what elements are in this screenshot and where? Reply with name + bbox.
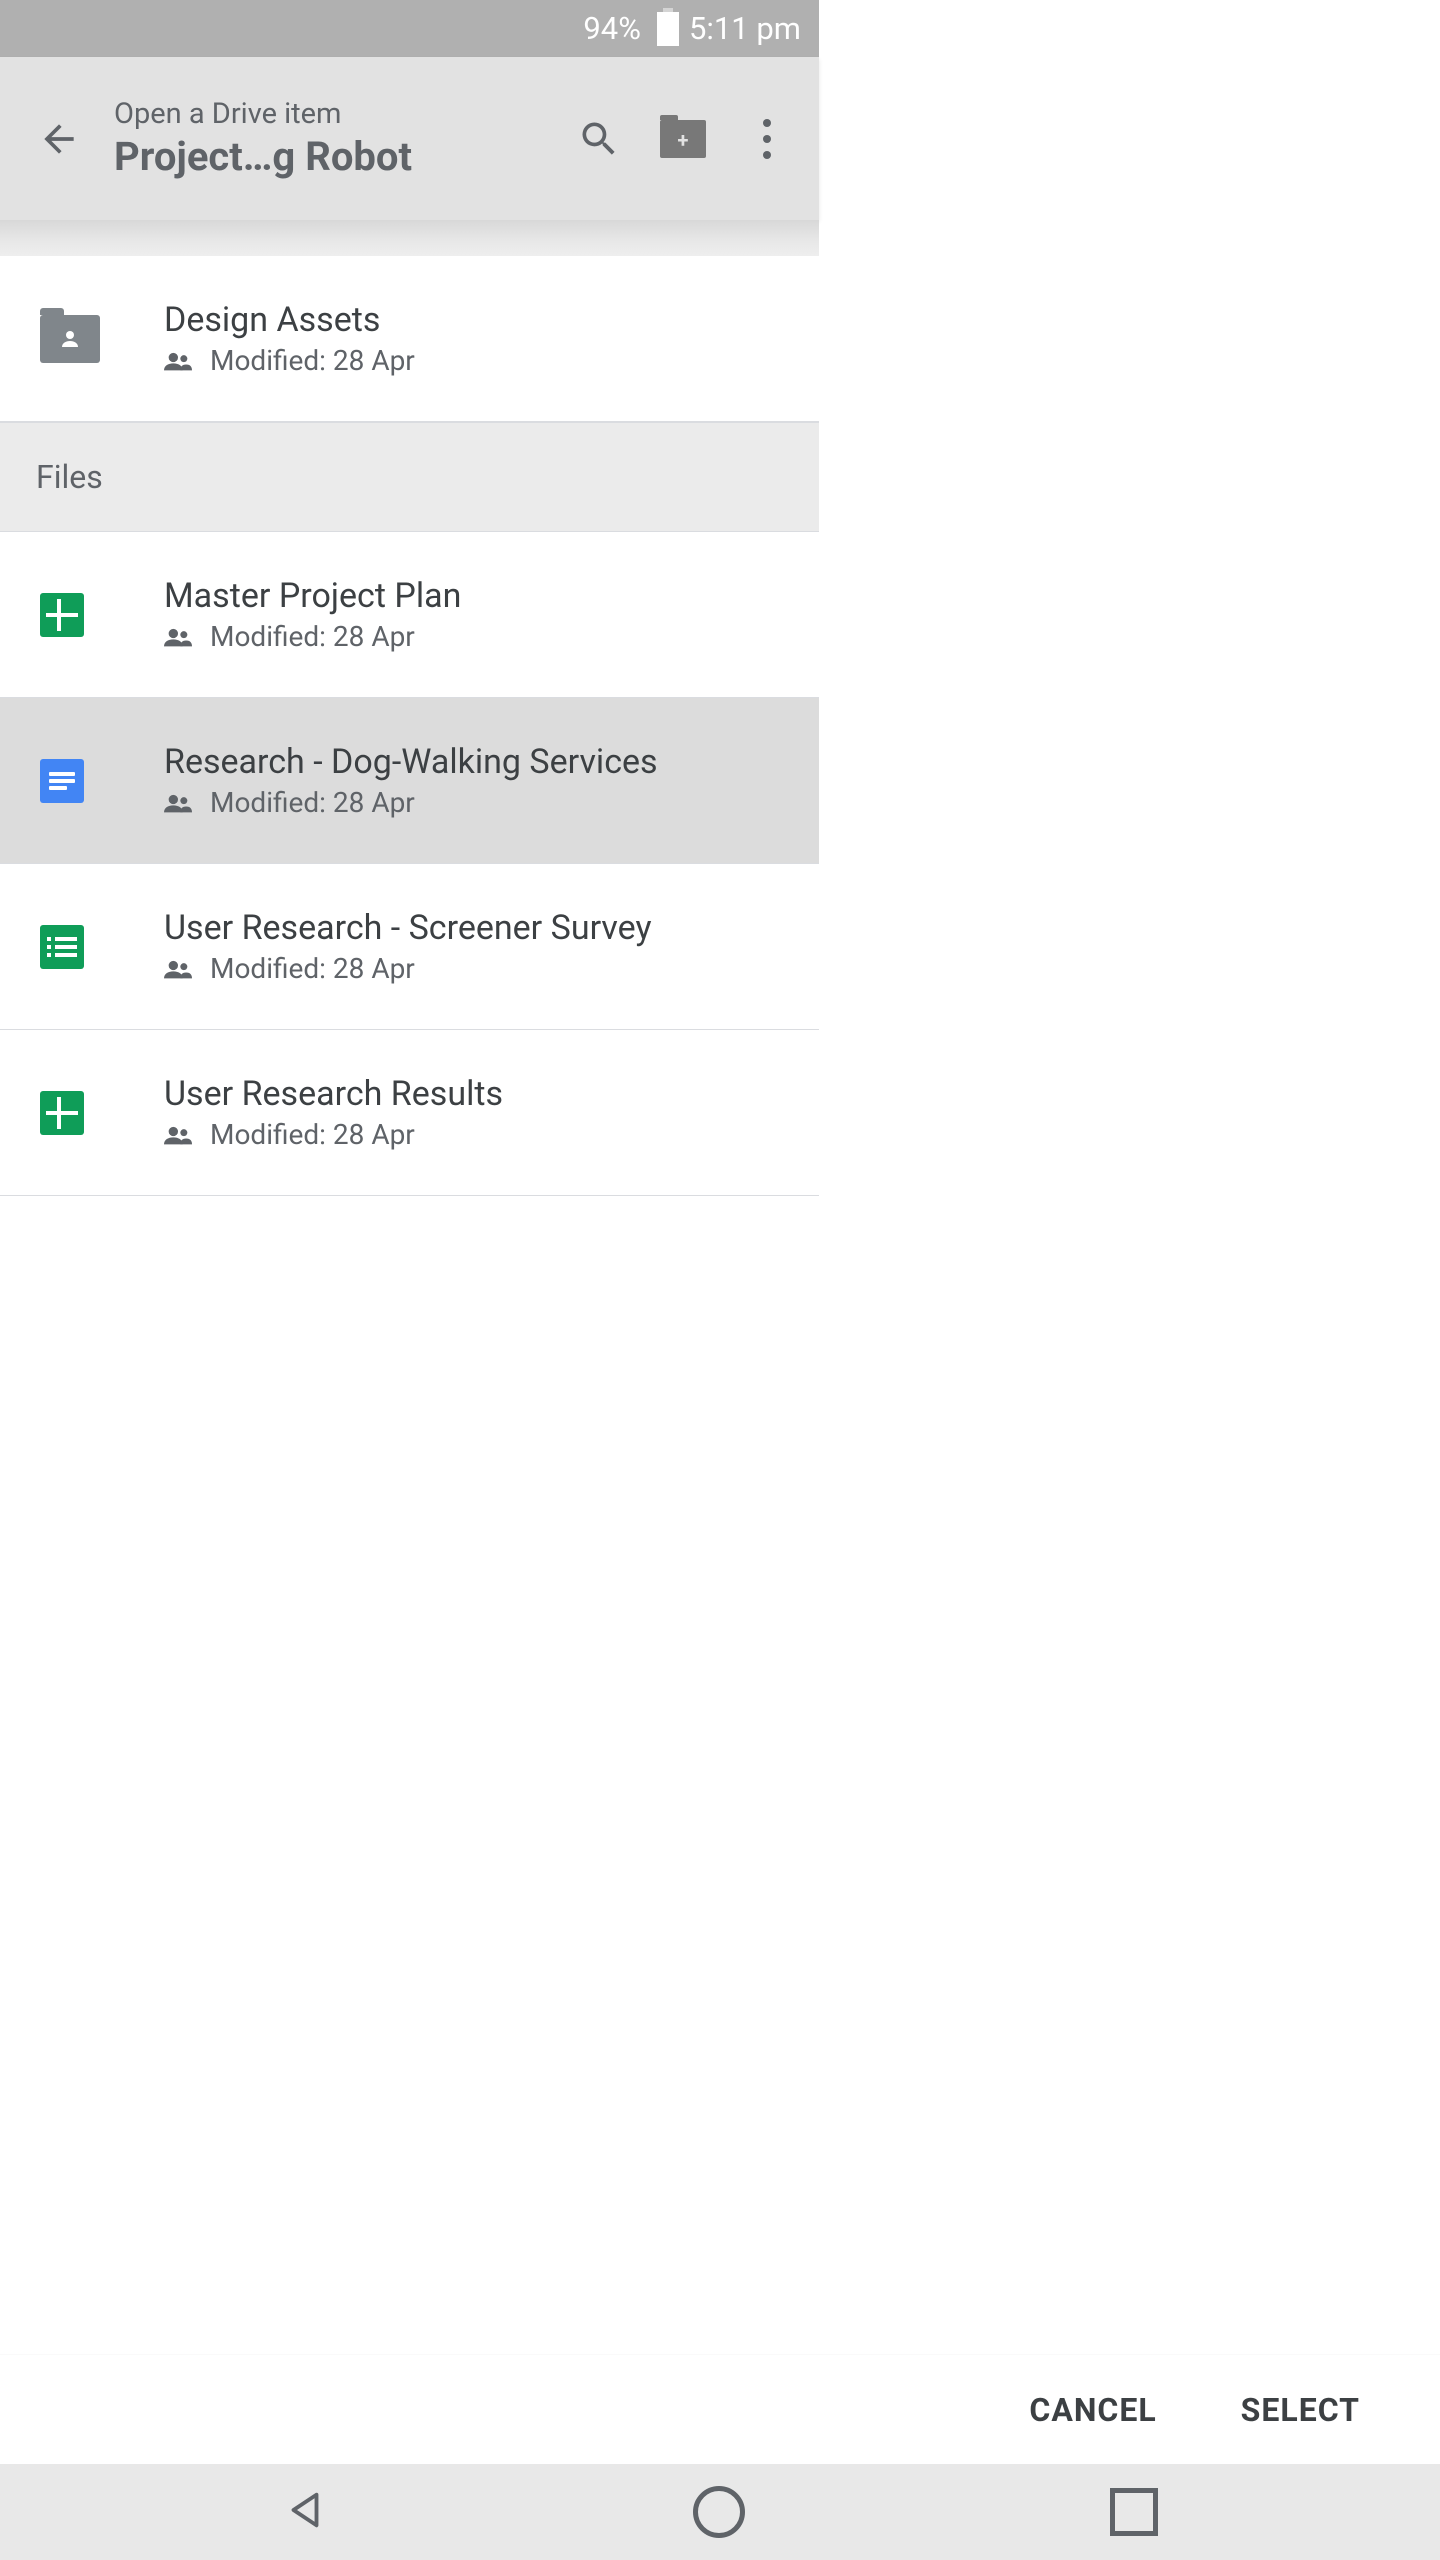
shared-icon [164,793,192,813]
form-icon [40,925,84,969]
system-nav-bar [0,2464,1440,2560]
status-time: 5:11 pm [689,10,801,47]
item-modified: Modified: 28 Apr [210,1118,415,1151]
file-item-research-dog-walking[interactable]: Research - Dog-Walking Services Modified… [0,698,819,864]
sheets-icon [40,1091,84,1135]
item-modified: Modified: 28 Apr [210,620,415,653]
more-options-button[interactable] [743,115,791,163]
select-button[interactable]: SELECT [1241,2391,1360,2429]
action-bar: CANCEL SELECT [0,2354,1440,2464]
arrow-back-icon [37,117,81,161]
item-meta: Modified: 28 Apr [164,344,819,377]
cancel-button[interactable]: CANCEL [1029,2391,1156,2429]
nav-back-icon [282,2487,328,2533]
item-modified: Modified: 28 Apr [210,952,415,985]
file-item-screener-survey[interactable]: User Research - Screener Survey Modified… [0,864,819,1030]
folder-item-design-assets[interactable]: Design Assets Modified: 28 Apr [0,256,819,422]
shared-icon [164,627,192,647]
file-icon-wrapper [40,315,140,363]
shared-icon [164,959,192,979]
appbar-title: Project…g Robot [114,133,575,180]
file-item-user-research-results[interactable]: User Research Results Modified: 28 Apr [0,1030,819,1196]
file-item-master-project-plan[interactable]: Master Project Plan Modified: 28 Apr [0,532,819,698]
shared-icon [164,351,192,371]
shared-icon [164,1125,192,1145]
item-title: Design Assets [164,300,819,340]
app-bar: Open a Drive item Project…g Robot + [0,57,819,220]
item-modified: Modified: 28 Apr [210,786,415,819]
title-area: Open a Drive item Project…g Robot [104,97,575,180]
files-section-header: Files [0,422,819,532]
nav-back-button[interactable] [282,2487,328,2537]
item-modified: Modified: 28 Apr [210,344,415,377]
status-bar: 94% 5:11 pm [0,0,819,57]
nav-home-button[interactable] [693,2486,745,2538]
item-title: User Research Results [164,1074,819,1114]
more-vert-icon [755,119,779,159]
docs-icon [40,759,84,803]
item-title: User Research - Screener Survey [164,908,819,948]
new-folder-icon: + [660,120,706,158]
shared-folder-icon [40,315,100,363]
item-title: Master Project Plan [164,576,819,616]
appbar-subtitle: Open a Drive item [114,97,575,131]
search-icon [577,117,621,161]
nav-recents-button[interactable] [1110,2488,1158,2536]
battery-icon [657,12,679,46]
appbar-actions: + [575,115,805,163]
battery-percentage: 94% [583,10,641,47]
search-button[interactable] [575,115,623,163]
item-title: Research - Dog-Walking Services [164,742,819,782]
new-folder-button[interactable]: + [659,115,707,163]
back-button[interactable] [14,94,104,184]
appbar-shadow [0,220,819,256]
item-content: Design Assets Modified: 28 Apr [140,300,819,377]
sheets-icon [40,593,84,637]
